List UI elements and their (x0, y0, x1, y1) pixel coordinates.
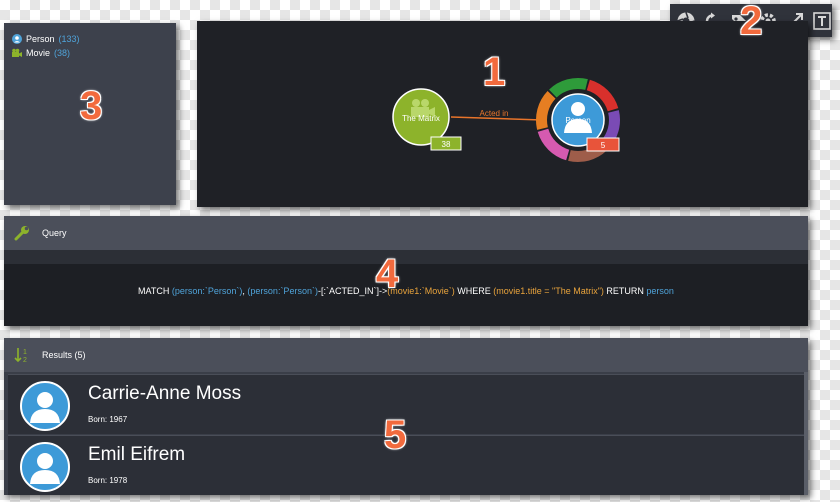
graph-canvas[interactable]: Acted in The Matrix 38 Person 5 (197, 21, 808, 207)
query-token: (person:`Person`) (247, 286, 318, 296)
query-panel: Query MATCH (person:`Person`), (person:`… (4, 216, 808, 326)
legend-count: (133) (58, 34, 80, 44)
annotation-marker-4: 4 (376, 252, 399, 296)
edge-label: Acted in (480, 109, 509, 118)
query-token: person (646, 286, 674, 296)
avatar (20, 442, 70, 492)
query-text[interactable]: MATCH (person:`Person`), (person:`Person… (4, 286, 808, 296)
svg-text:1: 1 (23, 349, 27, 356)
legend-item-person[interactable]: Person (133) (12, 34, 80, 44)
movie-icon (12, 48, 22, 57)
text-icon[interactable] (811, 10, 832, 32)
query-token: MATCH (138, 286, 172, 296)
legend-label: Person (26, 34, 55, 44)
result-born: Born: 1967 (88, 415, 128, 424)
query-toolbar-strip (4, 250, 808, 264)
person-node[interactable]: Person 5 (536, 78, 620, 162)
query-token: (person:`Person`) (171, 286, 243, 296)
wrench-icon (14, 226, 29, 241)
person-node-label: Person (565, 116, 590, 125)
results-scrollbar[interactable] (804, 372, 808, 495)
person-icon (12, 34, 22, 44)
sort-icon[interactable]: 12 (14, 346, 30, 364)
movie-node-label: The Matrix (402, 114, 440, 123)
avatar (20, 381, 70, 431)
annotation-marker-5: 5 (384, 413, 407, 457)
person-node-count: 5 (601, 141, 606, 150)
legend-label: Movie (26, 48, 51, 58)
annotation-marker-1: 1 (483, 50, 506, 94)
movie-node-count: 38 (442, 140, 451, 149)
result-name: Carrie-Anne Moss (88, 383, 242, 404)
annotation-marker-2: 2 (740, 0, 763, 43)
movie-node[interactable]: The Matrix 38 (392, 88, 462, 151)
annotation-marker-3: 3 (80, 84, 103, 128)
result-born: Born: 1978 (88, 476, 128, 485)
legend-item-movie[interactable]: Movie (38) (12, 48, 70, 58)
query-header: Query (4, 216, 808, 250)
query-token: (movie1.title = "The Matrix") (493, 286, 604, 296)
query-token: RETURN (603, 286, 647, 296)
svg-text:2: 2 (23, 357, 27, 364)
query-token: WHERE (454, 286, 494, 296)
results-title: Results (5) (42, 350, 86, 360)
result-name: Emil Eifrem (88, 444, 186, 465)
legend-count: (38) (54, 48, 71, 58)
query-title: Query (42, 228, 67, 238)
results-header: 12 Results (5) (4, 338, 808, 372)
